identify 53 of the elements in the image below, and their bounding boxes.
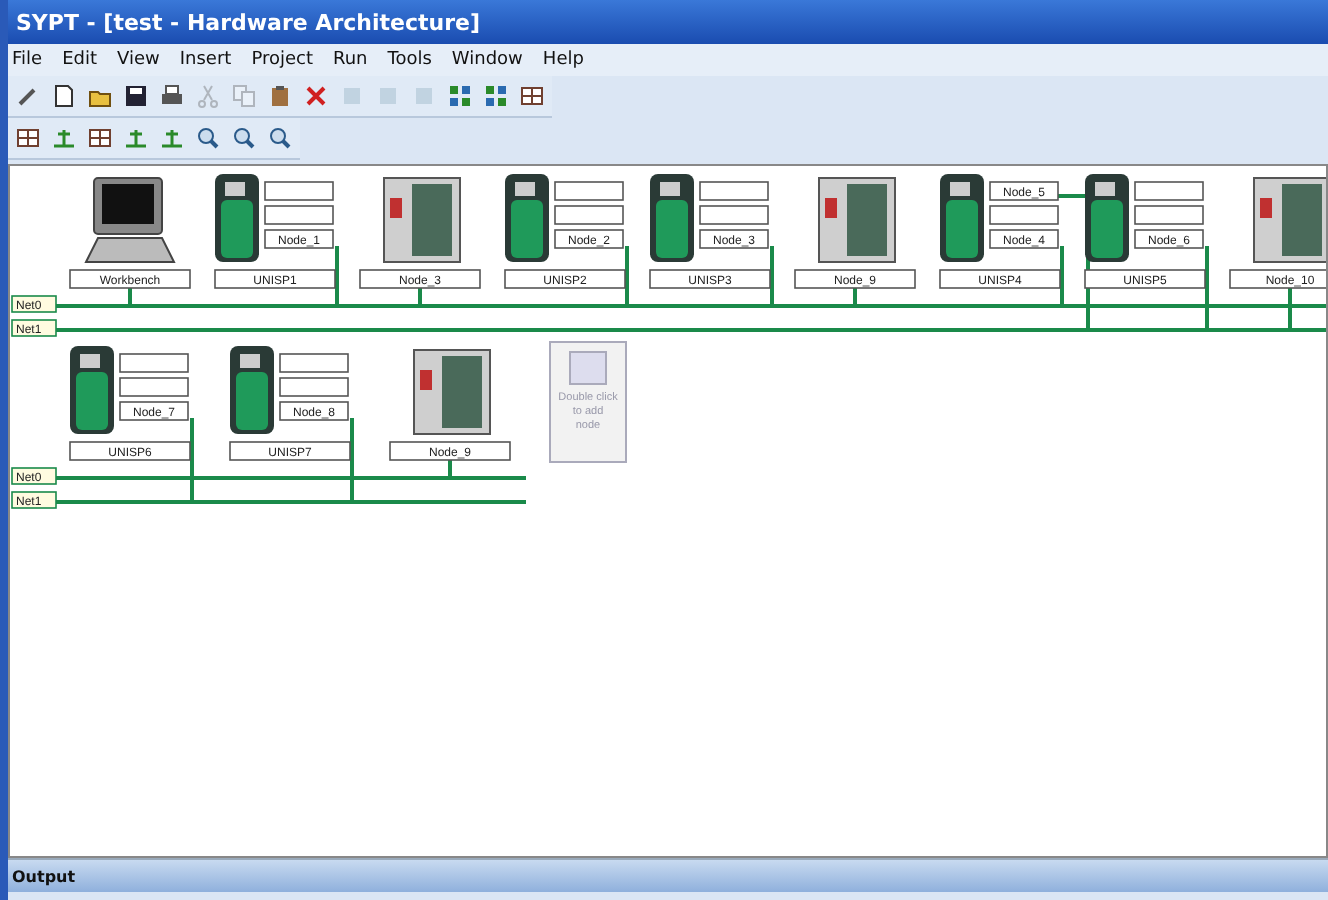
page-icon xyxy=(52,84,76,108)
menu-item[interactable]: Insert xyxy=(179,50,232,70)
bus-icon xyxy=(124,126,148,150)
wand-icon xyxy=(16,84,40,108)
square-icon xyxy=(412,84,436,108)
controller-drawing[interactable] xyxy=(413,349,491,435)
menu-item[interactable]: Help xyxy=(542,50,584,70)
slot-box[interactable] xyxy=(264,229,334,249)
table-icon xyxy=(88,126,112,150)
drive-drawing[interactable] xyxy=(505,174,549,262)
slot-box[interactable] xyxy=(554,229,624,249)
drive-drawing[interactable] xyxy=(70,346,114,434)
drive-drawing[interactable] xyxy=(230,346,274,434)
copy-icon xyxy=(232,84,256,108)
controller-drawing[interactable] xyxy=(818,177,896,263)
controller-drawing[interactable] xyxy=(383,177,461,263)
clipboard-icon xyxy=(268,84,292,108)
grid-icon xyxy=(484,84,508,108)
magnifier-icon xyxy=(268,126,292,150)
panel-title: Output xyxy=(12,867,76,885)
magnifier-icon xyxy=(196,126,220,150)
bus-icon xyxy=(160,126,184,150)
menu-item[interactable]: Project xyxy=(251,50,313,70)
square-icon xyxy=(376,84,400,108)
grid-icon xyxy=(448,84,472,108)
slot-box[interactable] xyxy=(1134,229,1204,249)
slot-box[interactable] xyxy=(699,229,769,249)
table-icon xyxy=(520,84,544,108)
slot-box[interactable] xyxy=(989,181,1059,201)
cross-icon xyxy=(304,84,328,108)
square-icon xyxy=(340,84,364,108)
drive-drawing[interactable] xyxy=(650,174,694,262)
printer-icon xyxy=(160,84,184,108)
menu-item[interactable]: Window xyxy=(451,50,523,70)
slot-box[interactable] xyxy=(279,401,349,421)
window-title: SYPT - [test - Hardware Architecture] xyxy=(16,9,480,35)
menu-item[interactable]: File xyxy=(12,50,43,70)
controller-drawing[interactable] xyxy=(1253,177,1326,263)
drive-drawing[interactable] xyxy=(1085,174,1129,262)
menu-item[interactable]: Edit xyxy=(62,50,97,70)
menu-item[interactable]: View xyxy=(117,50,160,70)
scissors-icon xyxy=(196,84,220,108)
slot-box[interactable] xyxy=(989,229,1059,249)
table-icon xyxy=(16,126,40,150)
drive-drawing[interactable] xyxy=(215,174,259,262)
bus-icon xyxy=(52,126,76,150)
menu-item[interactable]: Tools xyxy=(387,50,432,70)
computer-drawing[interactable] xyxy=(84,177,176,263)
menu-item[interactable]: Run xyxy=(332,50,368,70)
drive-drawing[interactable] xyxy=(940,174,984,262)
slot-box[interactable] xyxy=(119,401,189,421)
magnifier-icon xyxy=(232,126,256,150)
toolbar-button[interactable] xyxy=(120,80,152,112)
